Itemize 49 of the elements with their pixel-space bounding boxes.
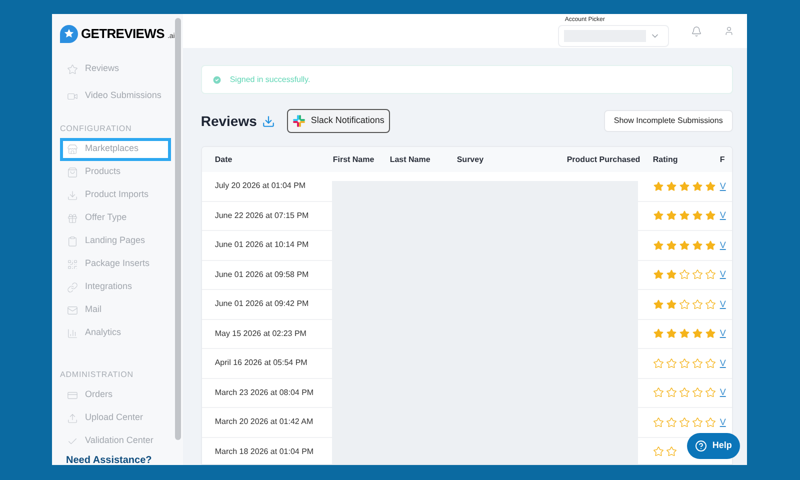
sidebar-item[interactable]: Video Submissions — [60, 84, 171, 108]
page-title: Reviews — [200, 112, 257, 130]
alert-message: Signed in successfully. — [230, 74, 310, 86]
sidebar-item[interactable]: Integrations — [60, 276, 171, 298]
sidebar-item[interactable]: Reviews — [60, 58, 171, 80]
date-cell-text: April 16 2026 at 05:54 PM — [214, 357, 308, 370]
show-incomplete-submissions-button[interactable]: Show Incomplete Submissions — [604, 110, 733, 132]
need-assistance-link[interactable]: Need Assistance? — [60, 454, 152, 465]
view-link[interactable]: V — [720, 209, 726, 222]
date-cell-text: June 01 2026 at 10:14 PM — [214, 239, 310, 252]
view-link[interactable]: V — [720, 238, 726, 252]
view-link[interactable]: V — [720, 386, 726, 400]
view-link[interactable]: V — [720, 268, 726, 282]
date-cell-text: March 23 2026 at 08:04 PM — [214, 386, 315, 399]
section-heading: CONFIGURATION — [60, 124, 133, 134]
help-button[interactable]: Help — [687, 433, 740, 459]
sidebar-item[interactable]: Landing Pages — [60, 230, 171, 252]
view-link[interactable]: V — [720, 180, 726, 193]
date-cell-text: June 01 2026 at 09:42 PM — [214, 298, 310, 310]
view-link[interactable]: V — [720, 298, 726, 311]
sidebar-item[interactable]: Offer Type — [60, 206, 171, 230]
logo-text: GETREVIEWS — [81, 25, 164, 43]
sidebar-item[interactable]: Validation Center — [60, 430, 171, 452]
date-cell-text: June 22 2026 at 07:15 PM — [214, 210, 310, 222]
column-header: Survey — [456, 154, 485, 166]
sidebar-item[interactable]: Products — [60, 160, 171, 184]
date-cell-text: July 20 2026 at 01:04 PM — [214, 180, 307, 192]
sidebar-item[interactable]: Package Inserts — [60, 252, 171, 276]
sidebar-item[interactable]: Upload Center — [60, 406, 171, 430]
sidebar-item[interactable]: Marketplaces — [60, 138, 171, 160]
sidebar-item[interactable]: Analytics — [60, 322, 171, 344]
view-link[interactable]: V — [720, 356, 726, 370]
section-heading: ADMINISTRATION — [60, 370, 134, 380]
view-link[interactable]: V — [720, 327, 726, 340]
date-cell-text: June 01 2026 at 09:58 PM — [214, 268, 310, 281]
column-header: Date — [214, 154, 234, 166]
sidebar-item[interactable]: Mail — [60, 298, 171, 322]
column-header: Product Purchased — [566, 154, 642, 166]
date-cell-text: March 18 2026 at 01:04 PM — [214, 446, 315, 458]
sidebar-item[interactable]: Orders — [60, 384, 171, 406]
date-cell-text: May 15 2026 at 02:23 PM — [214, 328, 308, 340]
column-header: F — [720, 154, 726, 166]
column-header: Rating — [652, 154, 679, 166]
date-cell-text: March 20 2026 at 01:42 AM — [214, 416, 314, 428]
view-link[interactable]: V — [720, 416, 726, 429]
sidebar-item[interactable]: Product Imports — [60, 184, 171, 206]
column-header: Last Name — [390, 154, 432, 166]
slack-notifications-button[interactable]: Slack Notifications — [286, 109, 390, 133]
column-header: First Name — [332, 154, 376, 166]
